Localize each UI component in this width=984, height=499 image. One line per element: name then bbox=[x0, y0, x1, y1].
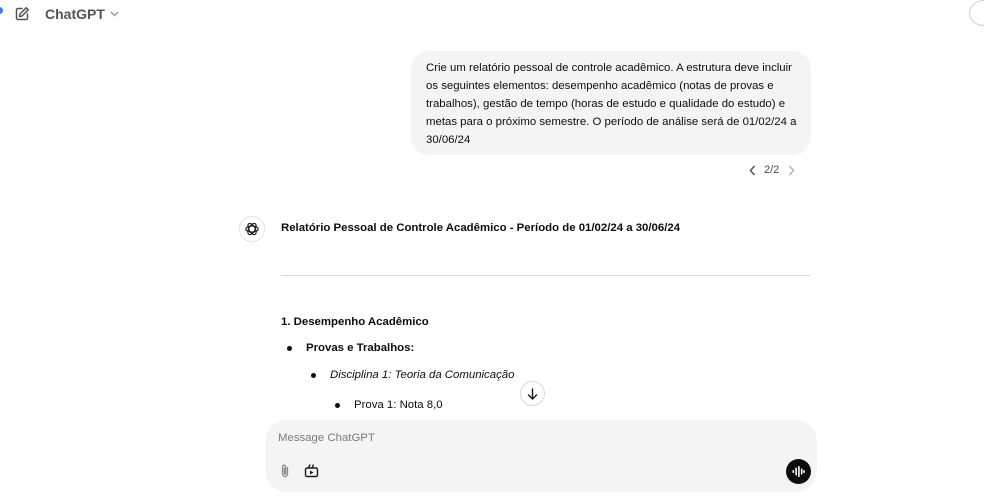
arrow-down-icon bbox=[527, 387, 538, 400]
scroll-down-button[interactable] bbox=[520, 381, 545, 406]
previous-version-icon[interactable] bbox=[746, 163, 758, 177]
message-version-pager: 2/2 bbox=[746, 161, 797, 179]
chevron-down-icon bbox=[110, 11, 119, 17]
list-item: Prova 1: Nota 8,0 bbox=[335, 399, 443, 411]
model-selector[interactable]: ChatGPT bbox=[45, 5, 119, 23]
compose-icon[interactable] bbox=[12, 4, 32, 24]
paperclip-icon[interactable] bbox=[276, 462, 294, 480]
list-item-text: Provas e Trabalhos: bbox=[306, 342, 415, 354]
user-message-bubble: Crie um relatório pessoal de controle ac… bbox=[411, 51, 811, 155]
profile-avatar[interactable] bbox=[969, 0, 984, 26]
list-item: Disciplina 1: Teoria da Comunicação bbox=[311, 369, 514, 381]
list-item-text: Prova 1: Nota 8,0 bbox=[354, 399, 443, 411]
message-composer bbox=[265, 420, 817, 492]
model-name: ChatGPT bbox=[45, 6, 105, 22]
voice-waveform-icon[interactable] bbox=[786, 459, 811, 484]
tools-icon[interactable] bbox=[302, 461, 320, 480]
bullet-dot bbox=[311, 372, 316, 378]
next-version-icon[interactable] bbox=[785, 163, 797, 177]
message-input[interactable] bbox=[278, 429, 778, 447]
list-item-text: Disciplina 1: Teoria da Comunicação bbox=[330, 369, 515, 381]
bullet-dot bbox=[335, 402, 340, 408]
top-bar: ChatGPT bbox=[0, 0, 984, 30]
user-message-text: Crie um relatório pessoal de controle ac… bbox=[426, 62, 797, 146]
divider bbox=[281, 275, 810, 276]
notification-dot bbox=[0, 7, 3, 14]
version-counter: 2/2 bbox=[764, 164, 780, 176]
response-title: Relatório Pessoal de Controle Acadêmico … bbox=[281, 222, 681, 234]
assistant-avatar-icon bbox=[239, 216, 265, 242]
section-heading: 1. Desempenho Acadêmico bbox=[281, 316, 429, 328]
bullet-dot bbox=[287, 345, 292, 351]
list-item: Provas e Trabalhos: bbox=[287, 342, 414, 354]
